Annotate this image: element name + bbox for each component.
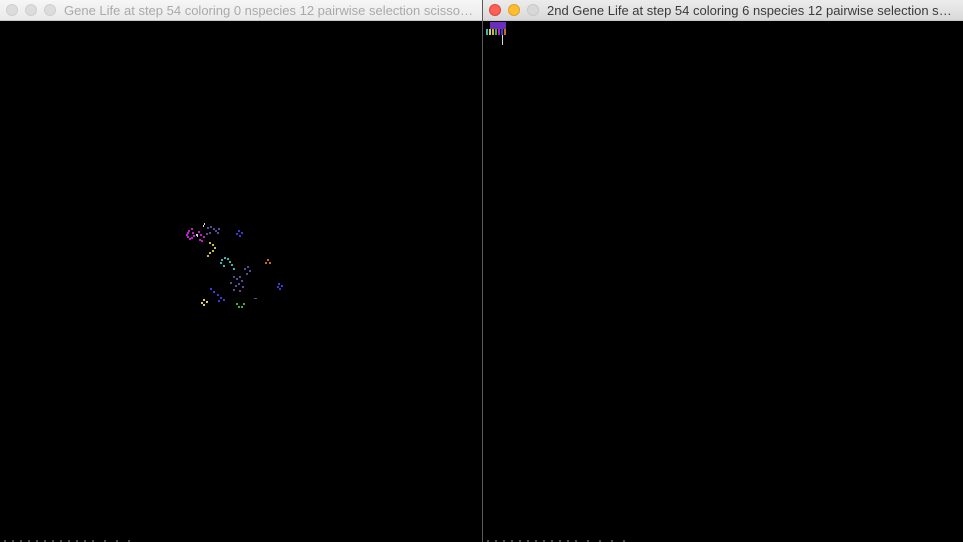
cell-grid — [186, 223, 283, 308]
gene-life-window[interactable]: Gene Life at step 54 coloring 0 nspecies… — [0, 0, 482, 542]
window-controls — [6, 4, 56, 16]
magenta-cell-cluster — [186, 228, 205, 242]
window-controls — [489, 4, 539, 16]
close-button[interactable] — [489, 4, 501, 16]
window-title: Gene Life at step 54 coloring 0 nspecies… — [64, 2, 476, 18]
cell-grid — [486, 22, 506, 45]
simulation-canvas[interactable] — [0, 21, 482, 542]
zoom-button[interactable] — [44, 4, 56, 16]
window-title: 2nd Gene Life at step 54 coloring 6 nspe… — [547, 2, 957, 18]
minimize-button[interactable] — [25, 4, 37, 16]
simulation-canvas[interactable] — [483, 21, 963, 542]
title-bar[interactable]: 2nd Gene Life at step 54 coloring 6 nspe… — [483, 0, 963, 21]
zoom-button[interactable] — [527, 4, 539, 16]
minimize-button[interactable] — [508, 4, 520, 16]
cyan-cell-cluster — [220, 257, 235, 270]
orange-cell-cluster — [265, 259, 271, 264]
title-bar[interactable]: Gene Life at step 54 coloring 0 nspecies… — [0, 0, 482, 21]
blue-cell-cluster — [210, 230, 283, 302]
second-gene-life-window[interactable]: 2nd Gene Life at step 54 coloring 6 nspe… — [483, 0, 963, 542]
slate-cell-cluster — [206, 226, 257, 299]
green-cell-cluster — [236, 303, 245, 308]
close-button[interactable] — [6, 4, 18, 16]
species-color-swatch — [486, 22, 506, 45]
yellow-cell-cluster — [201, 299, 208, 306]
olive-cell-cluster — [207, 242, 216, 257]
